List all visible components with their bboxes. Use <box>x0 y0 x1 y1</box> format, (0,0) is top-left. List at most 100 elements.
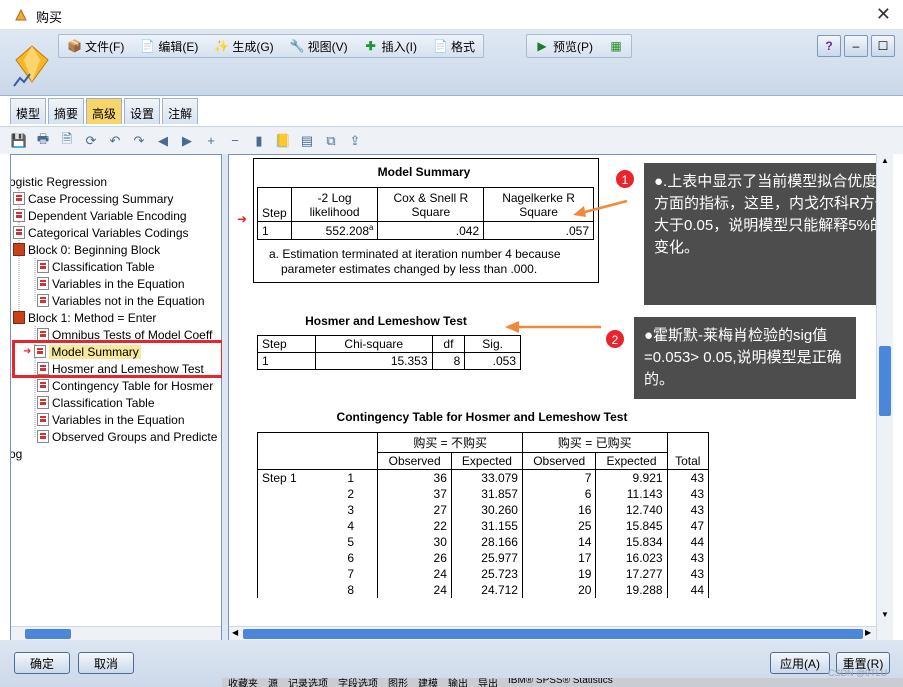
taskbar-item[interactable]: 输出 <box>448 678 468 687</box>
table-button[interactable]: ▦ <box>601 35 631 57</box>
hide-icon[interactable]: ▮ <box>250 132 268 150</box>
ok-button[interactable]: 确定 <box>14 652 70 674</box>
tab-advanced[interactable]: 高级 <box>86 98 123 124</box>
help-icon[interactable]: ? <box>817 35 841 57</box>
app-icon <box>15 8 27 21</box>
tree-root[interactable]: ogistic Regression <box>10 173 108 190</box>
tree-item-case-processing[interactable]: Case Processing Summary <box>13 190 173 207</box>
collapse-icon[interactable]: − <box>226 132 244 150</box>
tree-label: Variables in the Equation <box>52 276 185 291</box>
cell: 25.723 <box>450 566 523 582</box>
scroll-up-icon[interactable]: ▲ <box>881 156 889 165</box>
taskbar-item[interactable]: 导出 <box>478 678 498 687</box>
tree-hscrollbar[interactable] <box>11 626 221 640</box>
taskbar-item[interactable]: IBM® SPSS® Statistics <box>508 678 613 687</box>
sub-header: Observed <box>521 452 597 470</box>
callout-2-text: ●霍斯默-莱梅肖检验的sig值=0.053> 0.05,说明模型是正确的。 <box>644 327 842 388</box>
taskbar-item[interactable]: 记录选项 <box>288 678 328 687</box>
cell: 44 <box>666 582 710 598</box>
save-icon[interactable]: 💾 <box>10 132 28 150</box>
taskbar-item[interactable]: 字段选项 <box>338 678 378 687</box>
cell: 43 <box>666 486 710 502</box>
scroll-left-icon[interactable]: ◀ <box>232 628 238 637</box>
menu-file[interactable]: 📦 文件(F) <box>59 35 132 57</box>
expand-icon[interactable]: + <box>202 132 220 150</box>
footnote-line2: parameter estimates changed by less than… <box>281 262 538 276</box>
tree-item-variables-eq-0[interactable]: Variables in the Equation <box>37 275 185 292</box>
tree-item-observed-groups[interactable]: Observed Groups and Predicte <box>37 428 217 445</box>
tree-item-contingency[interactable]: Contingency Table for Hosmer <box>37 377 213 394</box>
refresh-icon[interactable]: ⟳ <box>82 132 100 150</box>
undo-icon[interactable]: ↶ <box>106 132 124 150</box>
print-icon[interactable]: 🖶 <box>34 131 52 150</box>
footnote-mark: a <box>369 223 374 232</box>
forward-icon[interactable]: ▶ <box>178 132 196 150</box>
scroll-right-icon[interactable]: ▶ <box>865 628 871 637</box>
tree-item-block1[interactable]: Block 1: Method = Enter <box>13 309 156 326</box>
minimize-icon[interactable]: – <box>844 35 868 57</box>
scroll-thumb[interactable] <box>879 346 891 416</box>
tree-item-categorical-codings[interactable]: Categorical Variables Codings <box>13 224 189 241</box>
model-summary-title: Model Summary <box>377 165 471 179</box>
tree-item-variables-eq-1[interactable]: Variables in the Equation <box>37 411 185 428</box>
export-icon[interactable]: ⇪ <box>346 132 364 150</box>
viewer-hscrollbar[interactable]: ◀ ▶ <box>229 626 876 640</box>
group-index-cell: 2 <box>327 486 379 502</box>
menu-format-label: 格式 <box>450 39 475 54</box>
tree-item-classification-0[interactable]: Classification Table <box>37 258 155 275</box>
maximize-icon[interactable]: ☐ <box>871 35 895 57</box>
tree-root-label: ogistic Regression <box>10 174 108 189</box>
tab-model[interactable]: 模型 <box>10 98 47 124</box>
close-icon[interactable]: ✕ <box>876 4 891 25</box>
tree-item-block0[interactable]: Block 0: Beginning Block <box>13 241 160 258</box>
cell: 25 <box>521 518 597 534</box>
show-icon[interactable]: 📒 <box>274 132 292 150</box>
taskbar-item[interactable]: 收藏夹 <box>228 678 258 687</box>
taskbar-item[interactable]: 源 <box>268 678 278 687</box>
print-preview-icon[interactable]: 🗎 <box>58 131 76 150</box>
cancel-button[interactable]: 取消 <box>78 652 134 674</box>
pivot-icon[interactable]: ▤ <box>298 132 316 150</box>
scroll-down-icon[interactable]: ▼ <box>881 610 889 619</box>
menu-generate[interactable]: ✨ 生成(G) <box>206 35 281 57</box>
tab-settings[interactable]: 设置 <box>124 98 161 124</box>
group-index-cell: 1 <box>327 469 379 486</box>
table-row: 6 26 25.977 17 16.023 43 <box>257 550 710 566</box>
tree-item-variables-not-eq[interactable]: Variables not in the Equation <box>37 292 205 309</box>
back-icon[interactable]: ◀ <box>154 132 172 150</box>
cell: 19 <box>521 566 597 582</box>
tab-summary[interactable]: 摘要 <box>48 98 85 124</box>
taskbar-item[interactable]: 图形 <box>388 678 408 687</box>
copy-icon[interactable]: ⧉ <box>322 132 340 150</box>
tree-item-dependent-encoding[interactable]: Dependent Variable Encoding <box>13 207 187 224</box>
cell: .053 <box>464 352 521 370</box>
cell: .057 <box>483 221 594 240</box>
sub-header: Expected <box>450 452 523 470</box>
menu-edit[interactable]: 📄 编辑(E) <box>132 35 206 57</box>
preview-bar: ▶ 预览(P) ▦ <box>526 34 632 58</box>
tree-item-classification-1[interactable]: Classification Table <box>37 394 155 411</box>
menu-format[interactable]: 📄 格式 <box>425 35 483 57</box>
menu-insert[interactable]: ✚ 插入(I) <box>356 35 425 57</box>
col-header: Chi-square <box>314 335 433 353</box>
apply-button[interactable]: 应用(A) <box>770 652 830 674</box>
view-icon: 🔧 <box>289 39 305 53</box>
cell: 24.712 <box>450 582 523 598</box>
taskbar-item[interactable]: 建模 <box>418 678 438 687</box>
tab-annotation[interactable]: 注解 <box>162 98 199 124</box>
group-index-cell: 7 <box>327 566 379 582</box>
table-doc-icon <box>13 192 25 205</box>
viewer-vscrollbar[interactable]: ▲ ▼ <box>876 154 893 640</box>
scroll-thumb[interactable] <box>243 629 863 639</box>
menu-bar: 📦 文件(F) 📄 编辑(E) ✨ 生成(G) 🔧 视图(V) ✚ 插入(I) 📄 格式 <box>58 34 484 58</box>
tree-label: Block 1: Method = Enter <box>28 310 157 325</box>
col-header: Step <box>257 187 292 222</box>
redo-icon[interactable]: ↷ <box>130 132 148 150</box>
table-row: 4 22 31.155 25 15.845 47 <box>257 518 710 534</box>
cell: 31.857 <box>450 486 523 502</box>
taskbar-items: 收藏夹 源 记录选项 字段选项 图形 建模 输出 导出 IBM® SPSS® S… <box>222 678 903 687</box>
menu-view[interactable]: 🔧 视图(V) <box>282 35 356 57</box>
preview-button[interactable]: ▶ 预览(P) <box>527 35 601 57</box>
scroll-thumb[interactable] <box>25 629 71 639</box>
tree-log[interactable]: og <box>11 445 22 462</box>
